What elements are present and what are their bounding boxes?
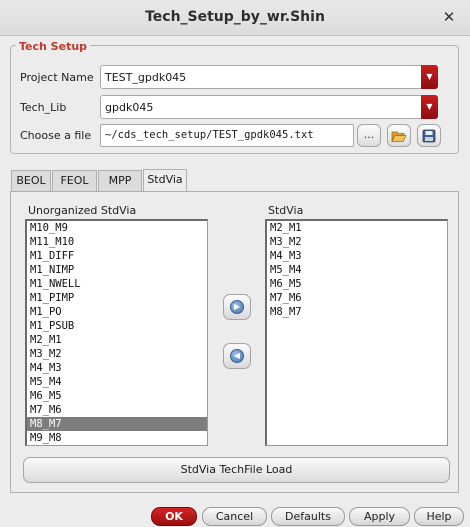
stdvia-techfile-load-button[interactable]: StdVia TechFile Load bbox=[23, 457, 450, 483]
title-bar: Tech_Setup_by_wr.Shin ✕ bbox=[0, 0, 470, 36]
list-item[interactable]: M3_M2 bbox=[27, 347, 207, 361]
stdvia-list[interactable]: M2_M1 M3_M2 M4_M3 M5_M4 M6_M5 M7_M6 M8_M7 bbox=[265, 219, 448, 446]
window-title: Tech_Setup_by_wr.Shin bbox=[145, 9, 325, 25]
unorganized-stdvia-title: Unorganized StdVia bbox=[28, 204, 137, 217]
list-item[interactable]: M7_M6 bbox=[267, 291, 447, 305]
choose-file-label: Choose a file bbox=[20, 129, 92, 142]
file-path-field[interactable]: ~/cds_tech_setup/TEST_gpdk045.txt bbox=[100, 124, 354, 147]
project-name-value: TEST_gpdk045 bbox=[105, 71, 187, 84]
move-right-button[interactable]: ▶ bbox=[223, 294, 251, 320]
folder-open-icon bbox=[391, 131, 407, 142]
list-item[interactable]: M8_M7 bbox=[267, 305, 447, 319]
list-item[interactable]: M1_DIFF bbox=[27, 249, 207, 263]
open-file-button[interactable] bbox=[387, 124, 411, 147]
cancel-button[interactable]: Cancel bbox=[202, 507, 267, 526]
list-item[interactable]: M6_M5 bbox=[267, 277, 447, 291]
list-item[interactable]: M1_PSUB bbox=[27, 319, 207, 333]
tech-lib-value: gpdk045 bbox=[105, 101, 154, 114]
list-item[interactable]: M1_NWELL bbox=[27, 277, 207, 291]
arrow-right-icon: ▶ bbox=[230, 300, 244, 314]
tech-setup-title: Tech Setup bbox=[16, 40, 91, 53]
list-item[interactable]: M7_M6 bbox=[27, 403, 207, 417]
arrow-left-icon: ◀ bbox=[230, 349, 244, 363]
tab-feol[interactable]: FEOL bbox=[52, 170, 97, 191]
save-icon bbox=[422, 129, 436, 143]
tech-lib-label: Tech_Lib bbox=[20, 101, 67, 114]
tab-beol[interactable]: BEOL bbox=[11, 170, 51, 191]
file-path-value: ~/cds_tech_setup/TEST_gpdk045.txt bbox=[105, 129, 314, 141]
project-name-label: Project Name bbox=[20, 71, 94, 84]
list-item[interactable]: M1_PO bbox=[27, 305, 207, 319]
list-item[interactable]: M10_M9 bbox=[27, 221, 207, 235]
list-item[interactable]: M4_M3 bbox=[27, 361, 207, 375]
list-item[interactable]: M3_M2 bbox=[267, 235, 447, 249]
chevron-down-icon[interactable]: ▼ bbox=[421, 65, 438, 89]
list-item[interactable]: M2_M1 bbox=[267, 221, 447, 235]
list-item[interactable]: M11_M10 bbox=[27, 235, 207, 249]
list-item[interactable]: M5_M4 bbox=[267, 263, 447, 277]
chevron-down-icon[interactable]: ▼ bbox=[421, 95, 438, 119]
tab-mpp[interactable]: MPP bbox=[98, 170, 142, 191]
tech-lib-combo[interactable]: gpdk045 ▼ bbox=[100, 95, 438, 119]
unorganized-stdvia-list[interactable]: M10_M9 M11_M10 M1_DIFF M1_NIMP M1_NWELL M1_PI… bbox=[25, 219, 208, 446]
list-item[interactable]: M6_M5 bbox=[27, 389, 207, 403]
list-item[interactable]: M9_M8 bbox=[27, 431, 207, 445]
list-item[interactable]: M4_M3 bbox=[267, 249, 447, 263]
list-item[interactable]: M8_M7 bbox=[27, 417, 207, 431]
save-file-button[interactable] bbox=[417, 124, 441, 147]
list-item[interactable]: M5_M4 bbox=[27, 375, 207, 389]
stdvia-title: StdVia bbox=[268, 204, 304, 217]
defaults-button[interactable]: Defaults bbox=[271, 507, 345, 526]
list-item[interactable]: M2_M1 bbox=[27, 333, 207, 347]
apply-button[interactable]: Apply bbox=[349, 507, 410, 526]
help-button[interactable]: Help bbox=[414, 507, 464, 526]
tab-stdvia[interactable]: StdVia bbox=[143, 169, 187, 192]
project-name-combo[interactable]: TEST_gpdk045 ▼ bbox=[100, 65, 438, 89]
move-left-button[interactable]: ◀ bbox=[223, 343, 251, 369]
ok-button[interactable]: OK bbox=[151, 507, 197, 526]
browse-button[interactable]: ... bbox=[357, 124, 381, 147]
close-icon[interactable]: ✕ bbox=[440, 8, 458, 26]
list-item[interactable]: M1_PIMP bbox=[27, 291, 207, 305]
list-item[interactable]: M1_NIMP bbox=[27, 263, 207, 277]
